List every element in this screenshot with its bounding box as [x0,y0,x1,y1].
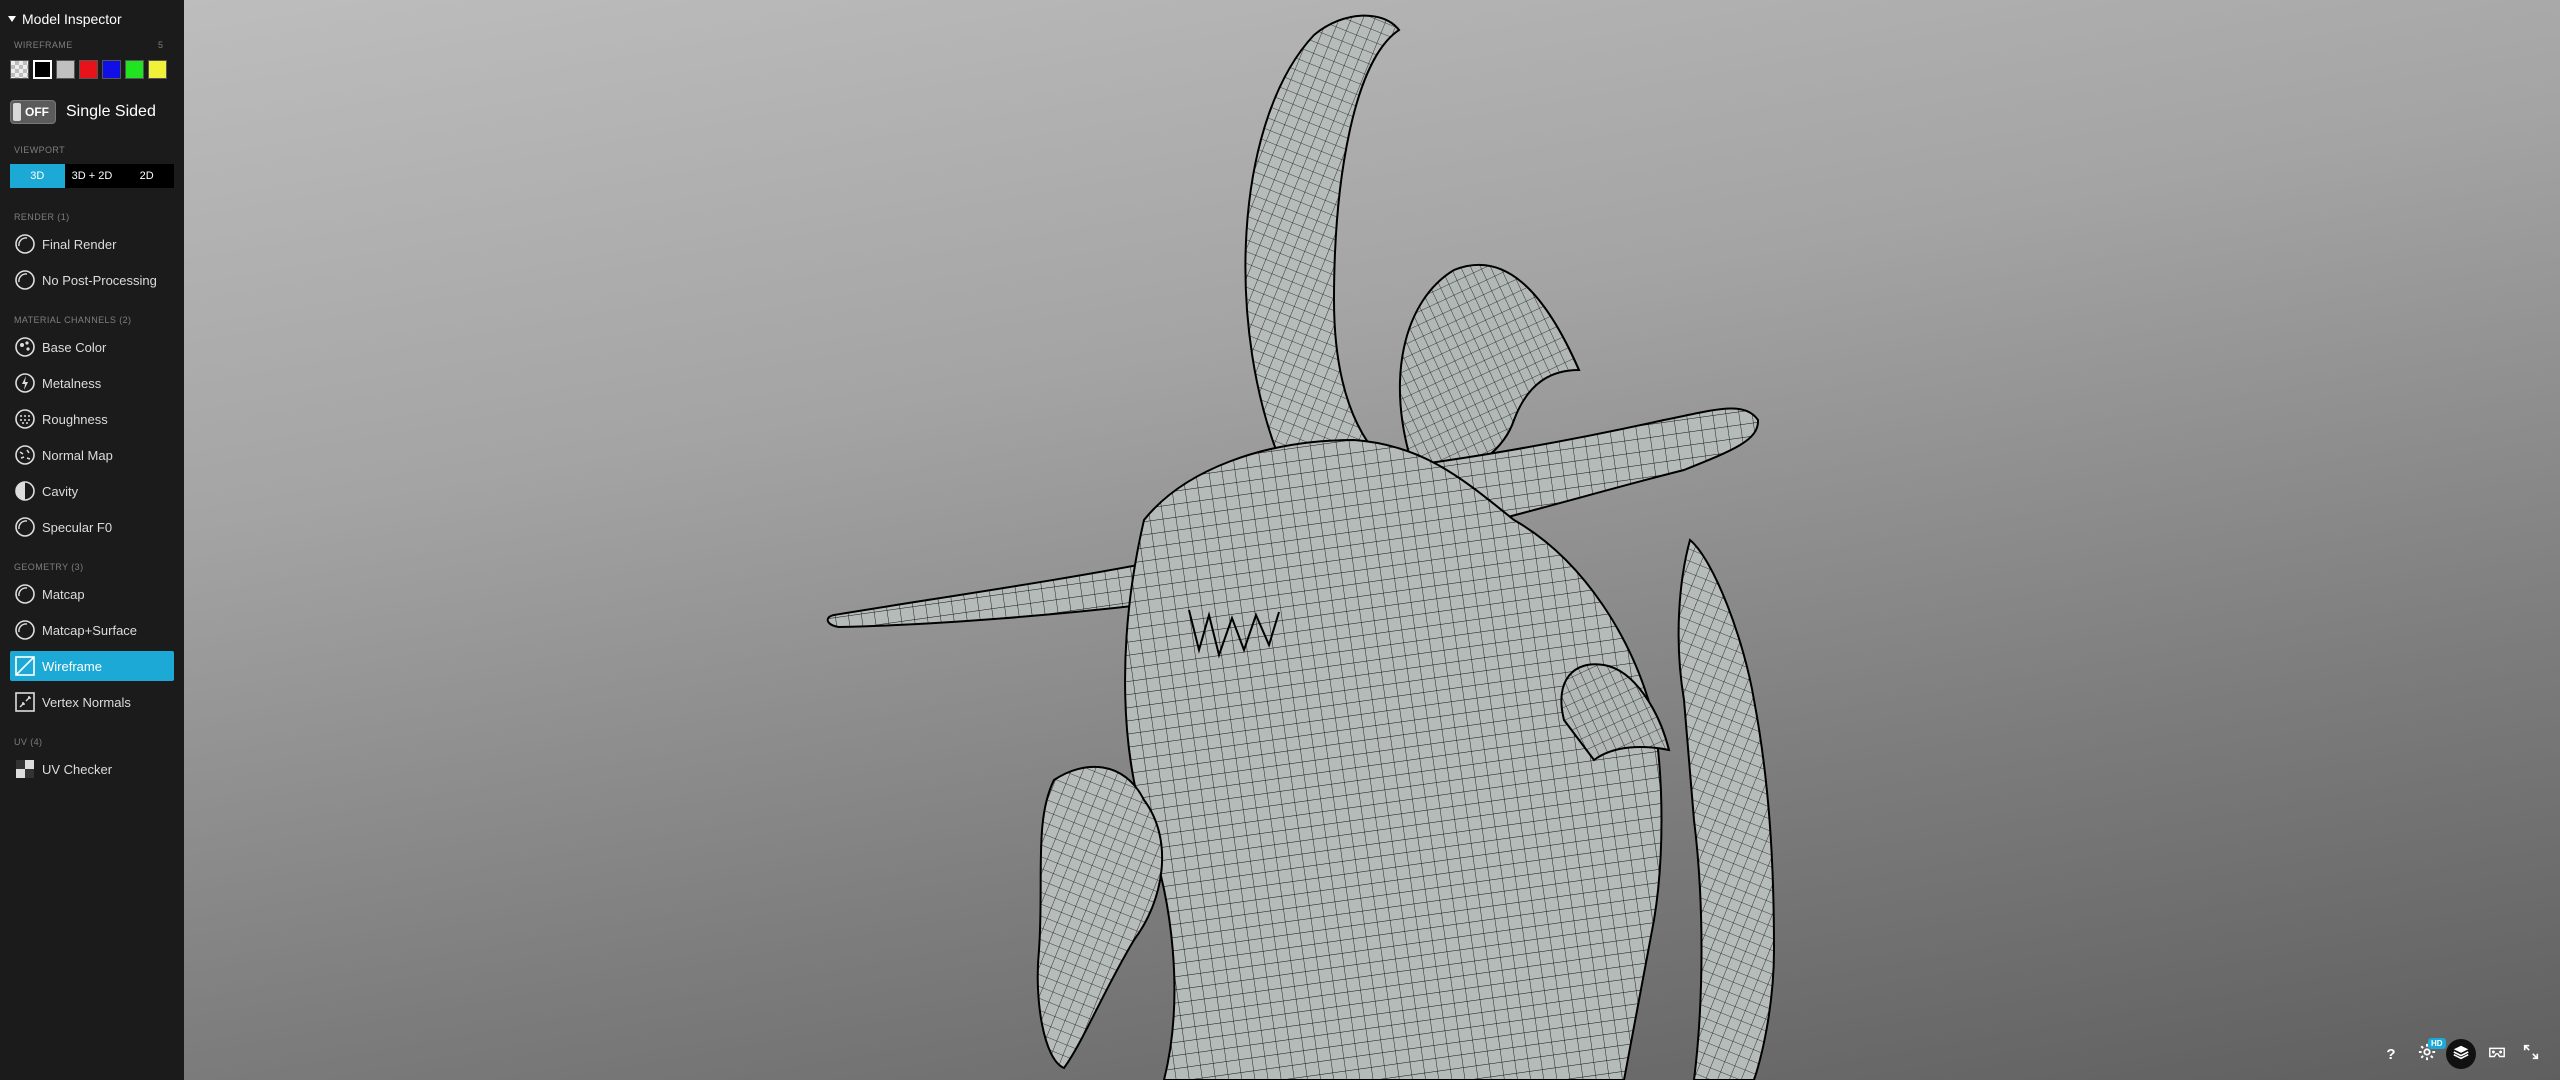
layers-icon [2452,1043,2470,1066]
item-label: UV Checker [42,761,113,777]
sphere-icon [14,233,36,255]
toggle-state: OFF [25,105,49,119]
viewport-3d-2d-button[interactable]: 3D + 2D [64,164,120,188]
sphere-icon [14,583,36,605]
wireframe-shortcut: 5 [158,40,164,50]
item-label: Normal Map [42,447,113,463]
help-icon: ? [2386,1045,2396,1063]
item-label: Matcap+Surface [42,622,138,638]
sphere-icon [14,619,36,641]
toggle-knob [13,103,21,121]
layers-button[interactable] [2446,1039,2476,1069]
item-matcap[interactable]: Matcap [10,579,174,609]
dots-sphere-icon [14,408,36,430]
single-sided-row: OFF Single Sided [10,100,156,124]
lightning-icon [14,372,36,394]
swatch-yellow[interactable] [148,60,167,79]
swatch-checker[interactable] [10,60,29,79]
item-specular-f0[interactable]: Specular F0 [10,512,174,542]
item-base-color[interactable]: Base Color [10,332,174,362]
model-inspector-panel: Model Inspector WIREFRAME 5 OFF Single S… [0,0,184,1080]
panel-title[interactable]: Model Inspector [8,10,122,28]
normal-map-icon [14,444,36,466]
palette-icon [14,336,36,358]
viewport-section-label: VIEWPORT [14,145,66,155]
item-label: Roughness [42,411,108,427]
swatch-red[interactable] [79,60,98,79]
item-label: No Post-Processing [42,272,157,288]
item-label: Final Render [42,236,117,252]
item-label: Wireframe [42,658,102,674]
fullscreen-button[interactable] [2518,1040,2544,1068]
swatch-green[interactable] [125,60,144,79]
swatch-blue[interactable] [102,60,121,79]
item-label: Base Color [42,339,107,355]
item-matcap-surface[interactable]: Matcap+Surface [10,615,174,645]
sphere-icon [14,269,36,291]
sphere-icon [14,516,36,538]
item-label: Vertex Normals [42,694,131,710]
wireframe-icon [14,655,36,677]
vr-icon [2488,1043,2506,1066]
wireframe-section-label: WIREFRAME [14,40,73,50]
vr-button[interactable] [2484,1040,2510,1068]
material-section-label: MATERIAL CHANNELS (2) [14,315,132,325]
3d-viewport[interactable] [184,0,2560,1080]
panel-title-text: Model Inspector [22,11,122,27]
fullscreen-icon [2522,1043,2540,1066]
item-label: Specular F0 [42,519,113,535]
uv-section-label: UV (4) [14,737,43,747]
wireframe-model[interactable] [184,0,2560,1080]
item-vertex-normals[interactable]: Vertex Normals [10,687,174,717]
mesh-head [1124,438,1663,1080]
single-sided-label: Single Sided [66,103,156,120]
mesh-horn-top [1244,14,1401,471]
item-label: Matcap [42,586,85,602]
viewport-3d-button[interactable]: 3D [10,164,65,188]
item-final-render[interactable]: Final Render [10,229,174,259]
item-no-post-processing[interactable]: No Post-Processing [10,265,174,295]
item-normal-map[interactable]: Normal Map [10,440,174,470]
item-uv-checker[interactable]: UV Checker [10,754,174,784]
swatch-gray[interactable] [56,60,75,79]
render-section-label: RENDER (1) [14,212,70,222]
wireframe-color-swatches [10,60,167,79]
item-cavity[interactable]: Cavity [10,476,174,506]
single-sided-toggle[interactable]: OFF [10,100,56,124]
half-sphere-icon [14,480,36,502]
item-roughness[interactable]: Roughness [10,404,174,434]
swatch-black[interactable] [33,60,52,79]
item-metalness[interactable]: Metalness [10,368,174,398]
mesh-jaw [1036,766,1164,1070]
vertex-normals-icon [14,691,36,713]
item-label: Metalness [42,375,102,391]
mesh-spike-right [1677,538,1776,1080]
geometry-section-label: GEOMETRY (3) [14,562,84,572]
checker-icon [14,758,36,780]
viewport-mode-selector: 3D 3D + 2D 2D [10,164,175,188]
caret-down-icon [8,16,16,22]
item-wireframe[interactable]: Wireframe [10,651,174,681]
viewport-2d-button[interactable]: 2D [119,164,175,188]
item-label: Cavity [42,483,79,499]
hd-badge: HD [2428,1038,2446,1049]
help-button[interactable]: ? [2380,1040,2402,1068]
